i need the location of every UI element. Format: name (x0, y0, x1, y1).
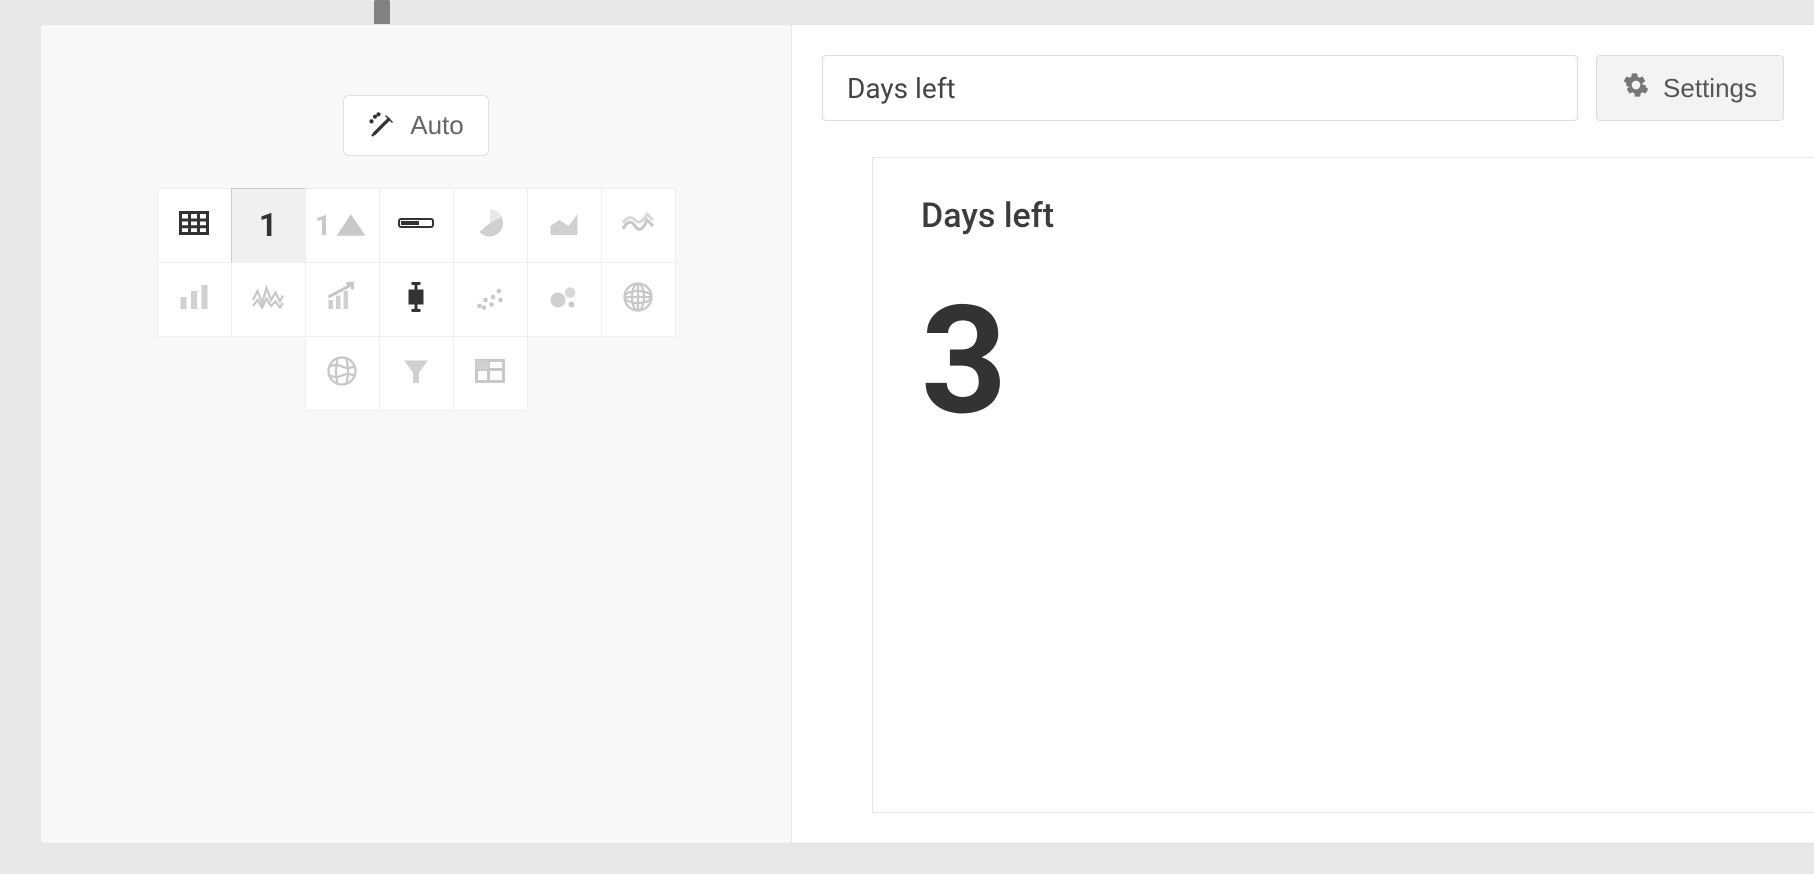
gear-icon (1623, 72, 1649, 105)
number-icon: 1 (259, 206, 277, 244)
viz-geo-button[interactable] (305, 336, 380, 411)
viz-pivot-button[interactable] (453, 336, 528, 411)
trend-number-icon: 1 (315, 207, 369, 243)
viz-map-button[interactable] (601, 262, 676, 337)
viz-number-button[interactable]: 1 (231, 188, 306, 263)
viz-boxplot-button[interactable] (379, 262, 454, 337)
magic-wand-icon (368, 112, 396, 140)
viz-pie-button[interactable] (453, 188, 528, 263)
auto-viz-button[interactable]: Auto (343, 95, 489, 156)
boxplot-icon (398, 279, 434, 319)
viz-trend-number-button[interactable]: 1 (305, 188, 380, 263)
preview-card-value: 3 (921, 286, 1766, 436)
viz-progress-button[interactable] (379, 188, 454, 263)
tab-marker (374, 0, 390, 24)
viz-bubble-button[interactable] (527, 262, 602, 337)
viz-table-button[interactable] (157, 188, 232, 263)
table-icon (176, 205, 212, 245)
trend-line-icon (324, 279, 360, 319)
preview-card: Days left 3 (872, 157, 1814, 813)
area-icon (546, 205, 582, 245)
preview-header-bar: Settings (822, 55, 1814, 121)
pivot-icon (472, 353, 508, 393)
viz-scatter-button[interactable] (453, 262, 528, 337)
auto-viz-label: Auto (410, 110, 464, 141)
viz-trendline-button[interactable] (305, 262, 380, 337)
bubble-icon (546, 279, 582, 319)
globe2-icon (324, 353, 360, 393)
settings-button[interactable]: Settings (1596, 55, 1784, 121)
funnel-icon (398, 353, 434, 393)
viz-bar-button[interactable] (157, 262, 232, 337)
card-title-input[interactable] (822, 55, 1578, 121)
bar-icon (176, 279, 212, 319)
viz-type-grid: 1 1 (157, 188, 675, 410)
viz-funnel-button[interactable] (379, 336, 454, 411)
preview-card-title: Days left (921, 196, 1766, 236)
sparkline-icon (620, 205, 656, 245)
viz-multiline-button[interactable] (231, 262, 306, 337)
viz-sparkline-button[interactable] (601, 188, 676, 263)
globe-icon (620, 279, 656, 319)
progress-bar-icon (398, 205, 434, 245)
pie-icon (472, 205, 508, 245)
visualization-picker-panel: Auto 1 (40, 24, 792, 844)
preview-panel: Settings Days left 3 (792, 24, 1814, 844)
scatter-icon (472, 279, 508, 319)
settings-label: Settings (1663, 73, 1757, 104)
viz-area-button[interactable] (527, 188, 602, 263)
multiline-icon (250, 279, 286, 319)
